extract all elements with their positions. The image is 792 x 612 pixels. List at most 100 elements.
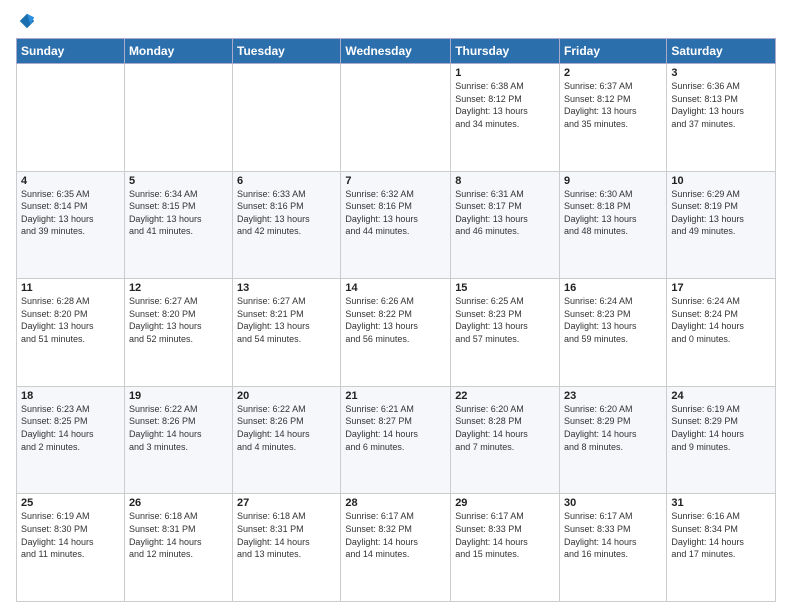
calendar-cell: 10Sunrise: 6:29 AM Sunset: 8:19 PM Dayli… [667, 171, 776, 279]
day-number: 20 [237, 390, 336, 402]
day-info: Sunrise: 6:16 AM Sunset: 8:34 PM Dayligh… [671, 510, 771, 560]
day-number: 29 [455, 497, 555, 509]
calendar-week-row: 11Sunrise: 6:28 AM Sunset: 8:20 PM Dayli… [17, 279, 776, 387]
calendar-cell: 1Sunrise: 6:38 AM Sunset: 8:12 PM Daylig… [451, 64, 560, 172]
day-number: 30 [564, 497, 662, 509]
day-info: Sunrise: 6:17 AM Sunset: 8:32 PM Dayligh… [345, 510, 446, 560]
day-info: Sunrise: 6:27 AM Sunset: 8:20 PM Dayligh… [129, 295, 228, 345]
day-info: Sunrise: 6:33 AM Sunset: 8:16 PM Dayligh… [237, 188, 336, 238]
day-of-week-header: Monday [124, 39, 232, 64]
calendar-cell [124, 64, 232, 172]
day-info: Sunrise: 6:20 AM Sunset: 8:28 PM Dayligh… [455, 403, 555, 453]
calendar-cell: 2Sunrise: 6:37 AM Sunset: 8:12 PM Daylig… [560, 64, 667, 172]
day-of-week-header: Friday [560, 39, 667, 64]
day-number: 13 [237, 282, 336, 294]
day-number: 3 [671, 67, 771, 79]
logo-text [16, 12, 36, 30]
page: SundayMondayTuesdayWednesdayThursdayFrid… [0, 0, 792, 612]
day-info: Sunrise: 6:24 AM Sunset: 8:23 PM Dayligh… [564, 295, 662, 345]
calendar-cell: 5Sunrise: 6:34 AM Sunset: 8:15 PM Daylig… [124, 171, 232, 279]
day-number: 14 [345, 282, 446, 294]
day-info: Sunrise: 6:18 AM Sunset: 8:31 PM Dayligh… [237, 510, 336, 560]
calendar-cell [17, 64, 125, 172]
calendar-cell: 12Sunrise: 6:27 AM Sunset: 8:20 PM Dayli… [124, 279, 232, 387]
calendar-cell: 17Sunrise: 6:24 AM Sunset: 8:24 PM Dayli… [667, 279, 776, 387]
logo [16, 12, 36, 30]
day-info: Sunrise: 6:29 AM Sunset: 8:19 PM Dayligh… [671, 188, 771, 238]
day-number: 27 [237, 497, 336, 509]
day-info: Sunrise: 6:27 AM Sunset: 8:21 PM Dayligh… [237, 295, 336, 345]
day-info: Sunrise: 6:37 AM Sunset: 8:12 PM Dayligh… [564, 80, 662, 130]
day-number: 1 [455, 67, 555, 79]
day-number: 2 [564, 67, 662, 79]
day-info: Sunrise: 6:24 AM Sunset: 8:24 PM Dayligh… [671, 295, 771, 345]
calendar-cell: 13Sunrise: 6:27 AM Sunset: 8:21 PM Dayli… [233, 279, 341, 387]
day-info: Sunrise: 6:19 AM Sunset: 8:29 PM Dayligh… [671, 403, 771, 453]
logo-icon [18, 12, 36, 30]
day-info: Sunrise: 6:23 AM Sunset: 8:25 PM Dayligh… [21, 403, 120, 453]
calendar-cell: 11Sunrise: 6:28 AM Sunset: 8:20 PM Dayli… [17, 279, 125, 387]
day-number: 6 [237, 175, 336, 187]
day-info: Sunrise: 6:36 AM Sunset: 8:13 PM Dayligh… [671, 80, 771, 130]
day-info: Sunrise: 6:38 AM Sunset: 8:12 PM Dayligh… [455, 80, 555, 130]
day-number: 10 [671, 175, 771, 187]
day-number: 16 [564, 282, 662, 294]
calendar-cell: 15Sunrise: 6:25 AM Sunset: 8:23 PM Dayli… [451, 279, 560, 387]
day-number: 4 [21, 175, 120, 187]
calendar-cell: 3Sunrise: 6:36 AM Sunset: 8:13 PM Daylig… [667, 64, 776, 172]
day-of-week-header: Wednesday [341, 39, 451, 64]
calendar-week-row: 1Sunrise: 6:38 AM Sunset: 8:12 PM Daylig… [17, 64, 776, 172]
day-info: Sunrise: 6:25 AM Sunset: 8:23 PM Dayligh… [455, 295, 555, 345]
calendar-cell: 25Sunrise: 6:19 AM Sunset: 8:30 PM Dayli… [17, 494, 125, 602]
calendar-cell: 9Sunrise: 6:30 AM Sunset: 8:18 PM Daylig… [560, 171, 667, 279]
calendar-cell: 19Sunrise: 6:22 AM Sunset: 8:26 PM Dayli… [124, 386, 232, 494]
day-number: 26 [129, 497, 228, 509]
calendar-cell: 30Sunrise: 6:17 AM Sunset: 8:33 PM Dayli… [560, 494, 667, 602]
day-number: 19 [129, 390, 228, 402]
day-number: 15 [455, 282, 555, 294]
calendar-week-row: 4Sunrise: 6:35 AM Sunset: 8:14 PM Daylig… [17, 171, 776, 279]
calendar-cell: 16Sunrise: 6:24 AM Sunset: 8:23 PM Dayli… [560, 279, 667, 387]
calendar-cell: 4Sunrise: 6:35 AM Sunset: 8:14 PM Daylig… [17, 171, 125, 279]
calendar-cell: 22Sunrise: 6:20 AM Sunset: 8:28 PM Dayli… [451, 386, 560, 494]
day-info: Sunrise: 6:32 AM Sunset: 8:16 PM Dayligh… [345, 188, 446, 238]
header [16, 12, 776, 30]
day-of-week-header: Sunday [17, 39, 125, 64]
day-info: Sunrise: 6:28 AM Sunset: 8:20 PM Dayligh… [21, 295, 120, 345]
day-number: 17 [671, 282, 771, 294]
day-info: Sunrise: 6:19 AM Sunset: 8:30 PM Dayligh… [21, 510, 120, 560]
day-number: 11 [21, 282, 120, 294]
day-of-week-header: Saturday [667, 39, 776, 64]
day-number: 22 [455, 390, 555, 402]
calendar-cell: 28Sunrise: 6:17 AM Sunset: 8:32 PM Dayli… [341, 494, 451, 602]
day-info: Sunrise: 6:35 AM Sunset: 8:14 PM Dayligh… [21, 188, 120, 238]
day-info: Sunrise: 6:26 AM Sunset: 8:22 PM Dayligh… [345, 295, 446, 345]
calendar-cell: 18Sunrise: 6:23 AM Sunset: 8:25 PM Dayli… [17, 386, 125, 494]
calendar-week-row: 18Sunrise: 6:23 AM Sunset: 8:25 PM Dayli… [17, 386, 776, 494]
day-info: Sunrise: 6:30 AM Sunset: 8:18 PM Dayligh… [564, 188, 662, 238]
calendar-cell: 21Sunrise: 6:21 AM Sunset: 8:27 PM Dayli… [341, 386, 451, 494]
day-info: Sunrise: 6:22 AM Sunset: 8:26 PM Dayligh… [129, 403, 228, 453]
day-info: Sunrise: 6:17 AM Sunset: 8:33 PM Dayligh… [564, 510, 662, 560]
day-number: 18 [21, 390, 120, 402]
day-info: Sunrise: 6:21 AM Sunset: 8:27 PM Dayligh… [345, 403, 446, 453]
calendar-cell: 23Sunrise: 6:20 AM Sunset: 8:29 PM Dayli… [560, 386, 667, 494]
day-info: Sunrise: 6:31 AM Sunset: 8:17 PM Dayligh… [455, 188, 555, 238]
calendar-cell: 14Sunrise: 6:26 AM Sunset: 8:22 PM Dayli… [341, 279, 451, 387]
day-number: 8 [455, 175, 555, 187]
calendar-cell: 27Sunrise: 6:18 AM Sunset: 8:31 PM Dayli… [233, 494, 341, 602]
day-info: Sunrise: 6:18 AM Sunset: 8:31 PM Dayligh… [129, 510, 228, 560]
calendar-cell: 29Sunrise: 6:17 AM Sunset: 8:33 PM Dayli… [451, 494, 560, 602]
day-number: 7 [345, 175, 446, 187]
calendar-cell: 26Sunrise: 6:18 AM Sunset: 8:31 PM Dayli… [124, 494, 232, 602]
day-of-week-header: Tuesday [233, 39, 341, 64]
day-info: Sunrise: 6:34 AM Sunset: 8:15 PM Dayligh… [129, 188, 228, 238]
calendar-cell: 8Sunrise: 6:31 AM Sunset: 8:17 PM Daylig… [451, 171, 560, 279]
day-info: Sunrise: 6:22 AM Sunset: 8:26 PM Dayligh… [237, 403, 336, 453]
day-info: Sunrise: 6:17 AM Sunset: 8:33 PM Dayligh… [455, 510, 555, 560]
day-info: Sunrise: 6:20 AM Sunset: 8:29 PM Dayligh… [564, 403, 662, 453]
calendar-header-row: SundayMondayTuesdayWednesdayThursdayFrid… [17, 39, 776, 64]
calendar: SundayMondayTuesdayWednesdayThursdayFrid… [16, 38, 776, 602]
day-number: 24 [671, 390, 771, 402]
calendar-body: 1Sunrise: 6:38 AM Sunset: 8:12 PM Daylig… [17, 64, 776, 602]
